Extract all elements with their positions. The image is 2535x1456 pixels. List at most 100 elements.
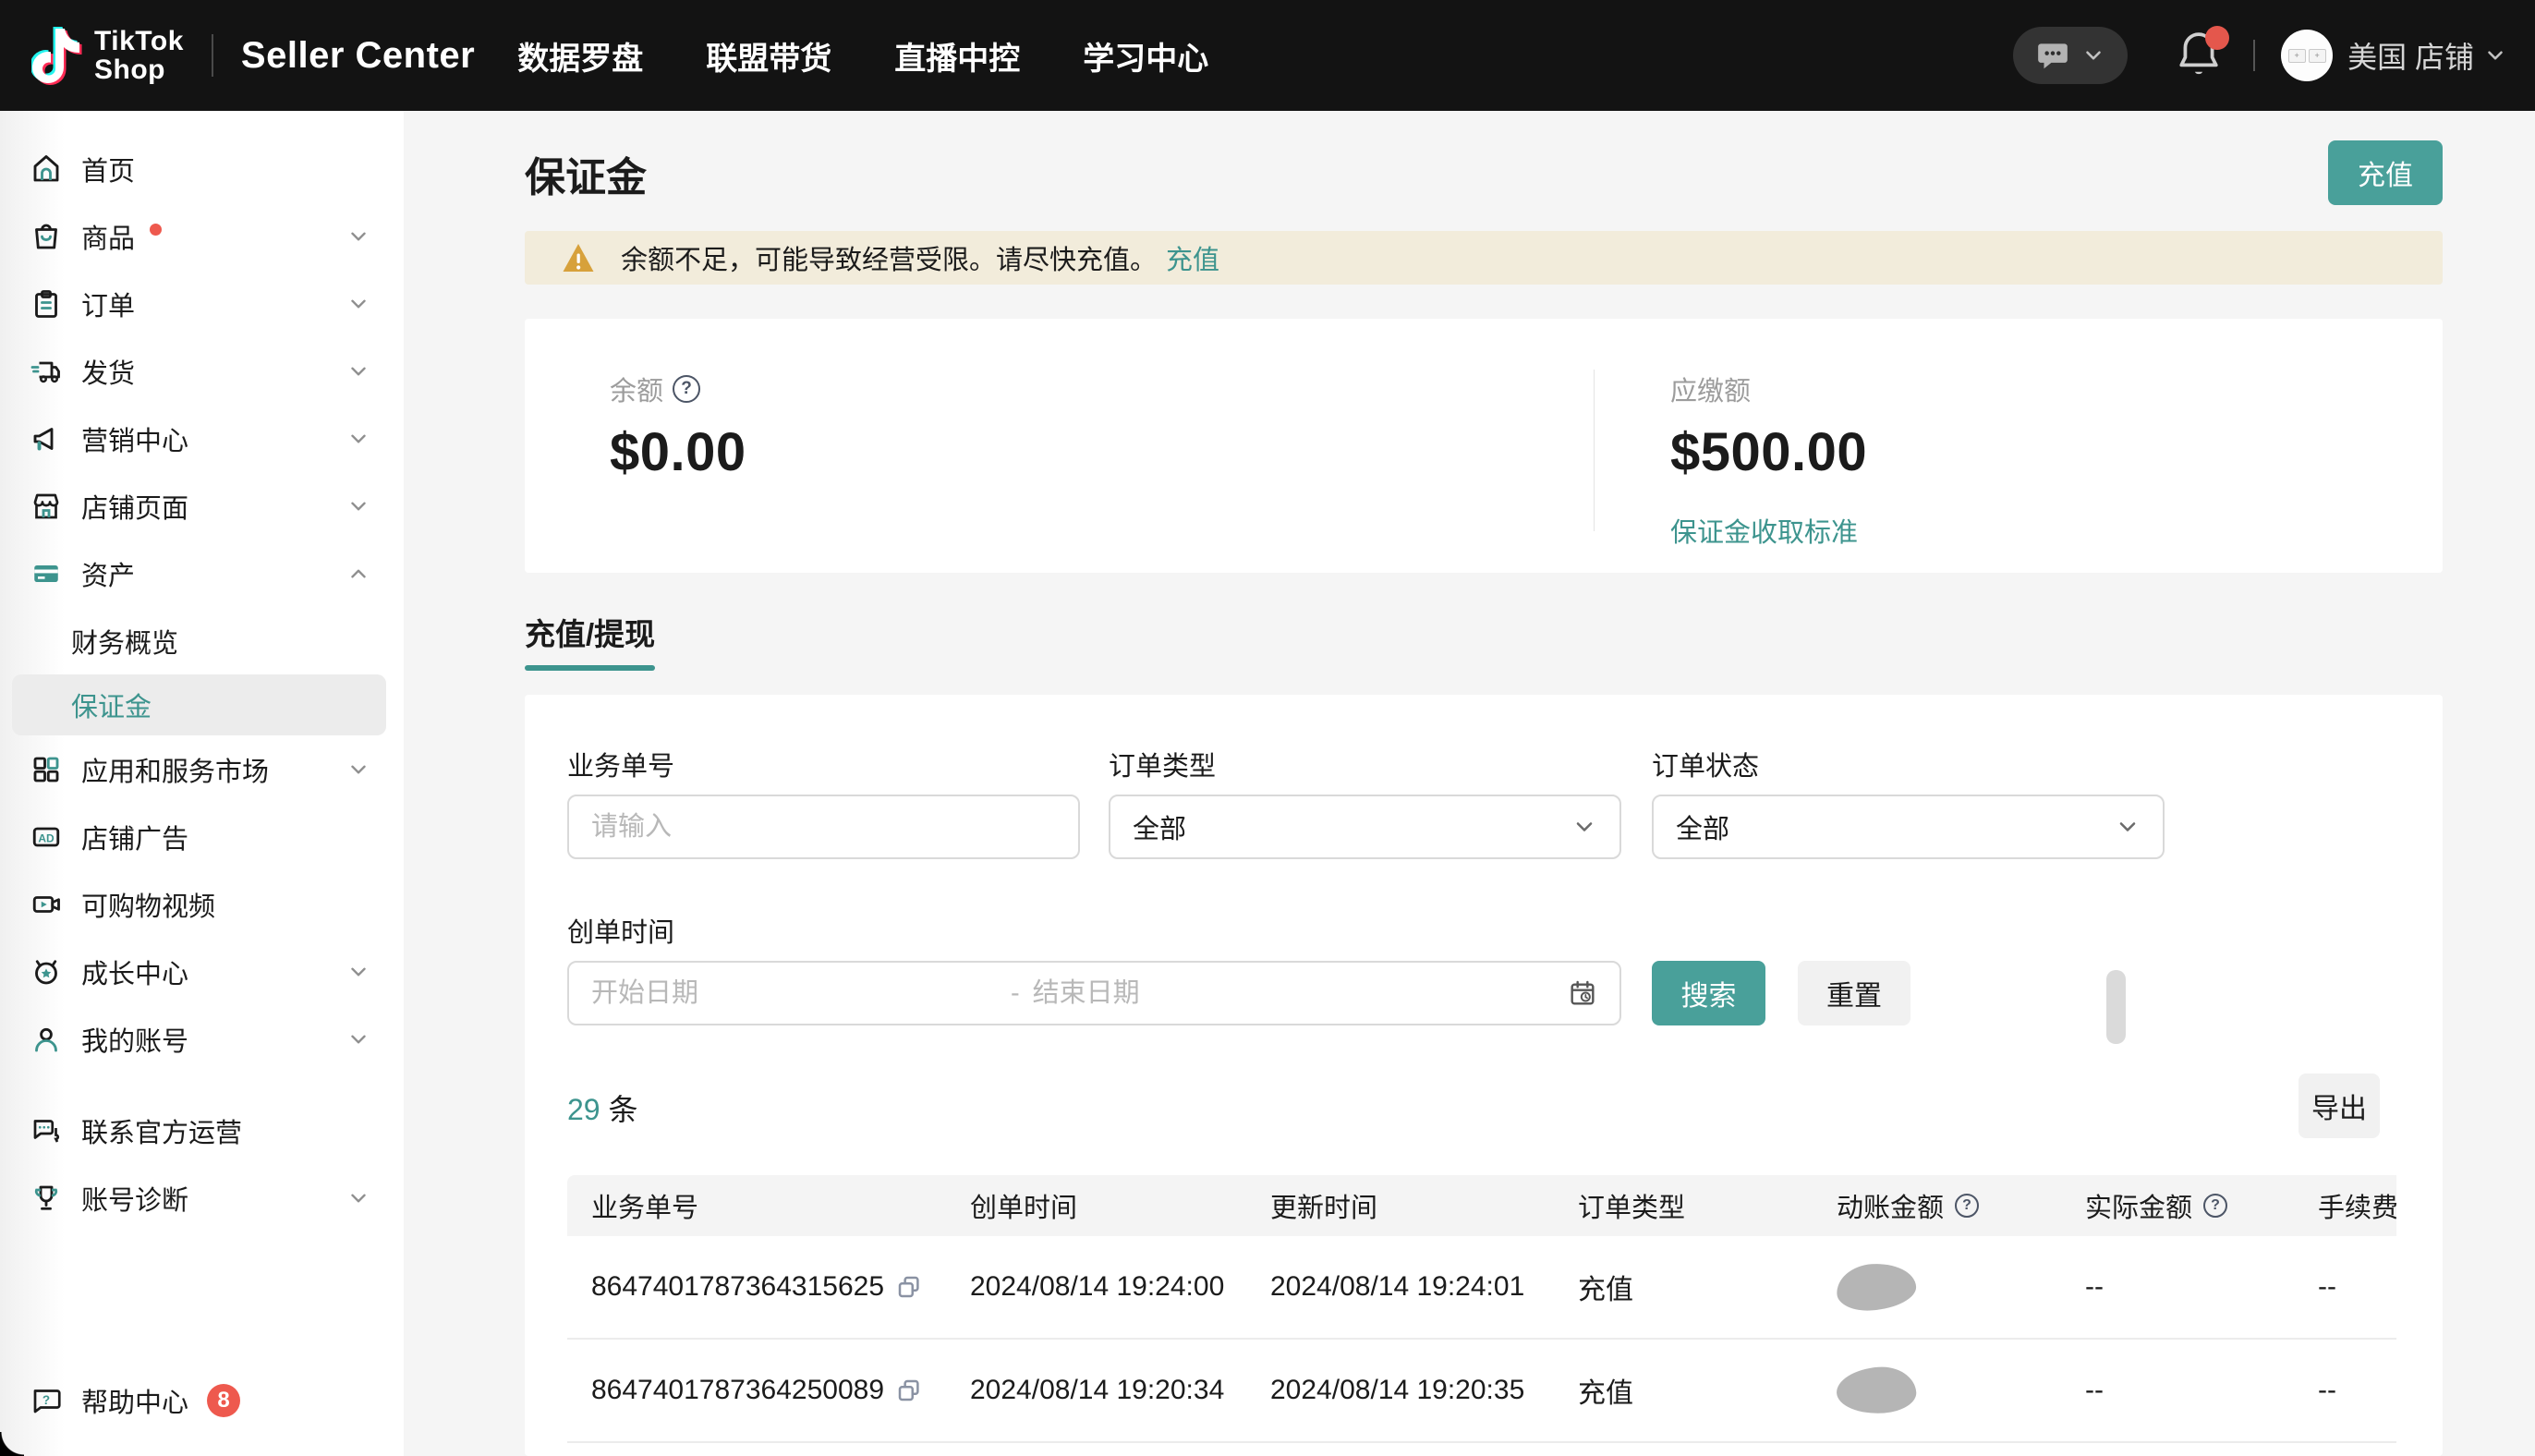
- cell-type: 充值: [1578, 1340, 1837, 1441]
- chevron-down-icon: [346, 758, 370, 782]
- copy-icon[interactable]: [895, 1273, 923, 1301]
- nav-affiliate[interactable]: 联盟带货: [706, 33, 831, 79]
- redacted-amount-blob: [1835, 1365, 1917, 1416]
- balance-warning-banner: 余额不足，可能导致经营受限。请尽快充值。 充值: [525, 231, 2443, 285]
- screen-corner-artifact: [0, 1432, 24, 1456]
- balance-help-icon[interactable]: ?: [673, 375, 700, 403]
- sidebar-item-marketing[interactable]: 营销中心: [0, 405, 404, 472]
- account-menu[interactable]: ++ 美国 店铺: [2281, 30, 2507, 81]
- actual-help-icon[interactable]: ?: [2203, 1194, 2227, 1218]
- created-date-range[interactable]: -: [567, 961, 1621, 1025]
- order-status-label: 订单状态: [1652, 745, 1759, 783]
- summary-divider: [1594, 370, 1595, 531]
- sidebar-item-contact-ops[interactable]: 联系官方运营: [0, 1097, 404, 1164]
- nav-live-center[interactable]: 直播中控: [894, 33, 1020, 79]
- sidebar-item-app-market[interactable]: 应用和服务市场: [0, 735, 404, 803]
- scrollbar-thumb[interactable]: [2106, 970, 2126, 1044]
- due-block: 应缴额 $500.00 保证金收取标准: [1670, 370, 1867, 550]
- shop-avatar: ++: [2281, 30, 2333, 81]
- order-no-input[interactable]: [567, 795, 1080, 859]
- apps-icon: [28, 751, 65, 788]
- svg-text:?: ?: [42, 1392, 50, 1406]
- cell-fee: --: [2318, 1236, 2396, 1338]
- calendar-icon: [1568, 978, 1597, 1008]
- sidebar-subitem-finance-overview[interactable]: 财务概览: [0, 607, 404, 674]
- account-icon: [28, 1021, 65, 1058]
- date-separator: -: [1011, 978, 1020, 1009]
- date-end-input[interactable]: [1033, 978, 1439, 1009]
- table-row: 8647401787364315625 2024/08/14 19:24:00 …: [567, 1236, 2396, 1340]
- export-button[interactable]: 导出: [2298, 1074, 2380, 1138]
- search-button[interactable]: 搜索: [1652, 961, 1765, 1025]
- sidebar-item-home[interactable]: 首页: [0, 135, 404, 202]
- sidebar-item-products[interactable]: 商品: [0, 202, 404, 270]
- due-value: $500.00: [1670, 421, 1867, 483]
- sidebar-item-label: 成长中心: [81, 952, 188, 991]
- copy-icon[interactable]: [895, 1377, 923, 1404]
- sidebar-item-growth-center[interactable]: 成长中心: [0, 938, 404, 1005]
- redacted-amount-blob: [1835, 1261, 1917, 1313]
- order-status-select[interactable]: 全部: [1652, 795, 2165, 859]
- orders-icon: [28, 285, 65, 322]
- chevron-down-icon: [2483, 43, 2507, 67]
- reset-button[interactable]: 重置: [1798, 961, 1910, 1025]
- cell-actual: --: [2085, 1340, 2318, 1441]
- recharge-button[interactable]: 充值: [2328, 140, 2443, 205]
- chevron-down-icon: [346, 1027, 370, 1051]
- sidebar-item-shipping[interactable]: 发货: [0, 337, 404, 405]
- sidebar-item-help-center[interactable]: ? 帮助中心 8: [0, 1366, 404, 1434]
- main-content: 保证金 充值 余额不足，可能导致经营受限。请尽快充值。 充值 余额 ? $0.0…: [525, 111, 2443, 1456]
- messages-dropdown[interactable]: [2013, 27, 2128, 84]
- col-fee: 手续费: [2318, 1175, 2396, 1236]
- balance-block: 余额 ? $0.00: [610, 370, 746, 483]
- sidebar-item-storefront[interactable]: 店铺页面: [0, 472, 404, 540]
- product-name: Seller Center: [241, 35, 475, 77]
- sidebar-item-account-diagnosis[interactable]: 账号诊断: [0, 1164, 404, 1232]
- sidebar-item-label: 首页: [81, 150, 135, 188]
- page-header: 保证金: [525, 140, 2443, 207]
- sidebar-item-shoppable-video[interactable]: 可购物视频: [0, 870, 404, 938]
- warning-icon: [562, 242, 595, 273]
- help-icon: ?: [28, 1382, 65, 1419]
- sidebar-item-label: 订单: [81, 285, 135, 323]
- home-icon: [28, 151, 65, 188]
- active-tab-underline: [525, 665, 655, 671]
- sidebar-item-label: 店铺页面: [81, 487, 188, 526]
- chevron-down-icon: [346, 359, 370, 383]
- transactions-table: 业务单号 创单时间 更新时间 订单类型 动账金额? 实际金额? 手续费 8647…: [567, 1175, 2396, 1456]
- order-no-label: 业务单号: [567, 745, 674, 783]
- transactions-card: 业务单号 订单类型 订单状态 全部 全部 创单时间 - 搜索 重置: [525, 695, 2443, 1456]
- cell-created: 2024/08/14 19:24:00: [970, 1236, 1270, 1338]
- date-start-input[interactable]: [591, 978, 998, 1009]
- sidebar-item-my-account[interactable]: 我的账号: [0, 1005, 404, 1073]
- tiktok-shop-logo[interactable]: TikTok Shop: [31, 25, 184, 86]
- tab-recharge-withdraw[interactable]: 充值/提现: [525, 610, 655, 671]
- sidebar-subitem-deposit[interactable]: 保证金: [12, 674, 386, 735]
- order-type-select[interactable]: 全部: [1109, 795, 1621, 859]
- cell-order-no: 8647401787364250089: [567, 1340, 970, 1441]
- table-row: 8647401787364250089 2024/08/14 19:20:34 …: [567, 1340, 2396, 1443]
- warning-recharge-link[interactable]: 充值: [1166, 238, 1219, 277]
- balance-label: 余额: [610, 370, 663, 408]
- ads-icon: AD: [28, 819, 65, 855]
- sidebar-item-shop-ads[interactable]: AD 店铺广告: [0, 803, 404, 870]
- account-label: 美国 店铺: [2347, 34, 2474, 77]
- table-row-partial: [567, 1443, 2396, 1456]
- created-time-label: 创单时间: [567, 911, 674, 950]
- sidebar-nav: 首页 商品 订单 发货 营销中心 店铺页: [0, 111, 404, 1456]
- assets-icon: [28, 555, 65, 592]
- cell-amount: [1837, 1340, 2085, 1441]
- sidebar-item-assets[interactable]: 资产: [0, 540, 404, 607]
- deposit-standard-link[interactable]: 保证金收取标准: [1670, 511, 1867, 550]
- new-dot: [150, 224, 162, 236]
- amount-help-icon[interactable]: ?: [1955, 1194, 1979, 1218]
- chevron-down-icon: [346, 494, 370, 518]
- cell-actual: --: [2085, 1236, 2318, 1338]
- products-icon: [28, 218, 65, 255]
- nav-data-compass[interactable]: 数据罗盘: [517, 33, 643, 79]
- svg-text:AD: AD: [38, 831, 55, 844]
- notifications-bell[interactable]: [2176, 30, 2222, 81]
- col-order-no: 业务单号: [567, 1175, 970, 1236]
- sidebar-item-orders[interactable]: 订单: [0, 270, 404, 337]
- nav-learning-center[interactable]: 学习中心: [1083, 33, 1208, 79]
